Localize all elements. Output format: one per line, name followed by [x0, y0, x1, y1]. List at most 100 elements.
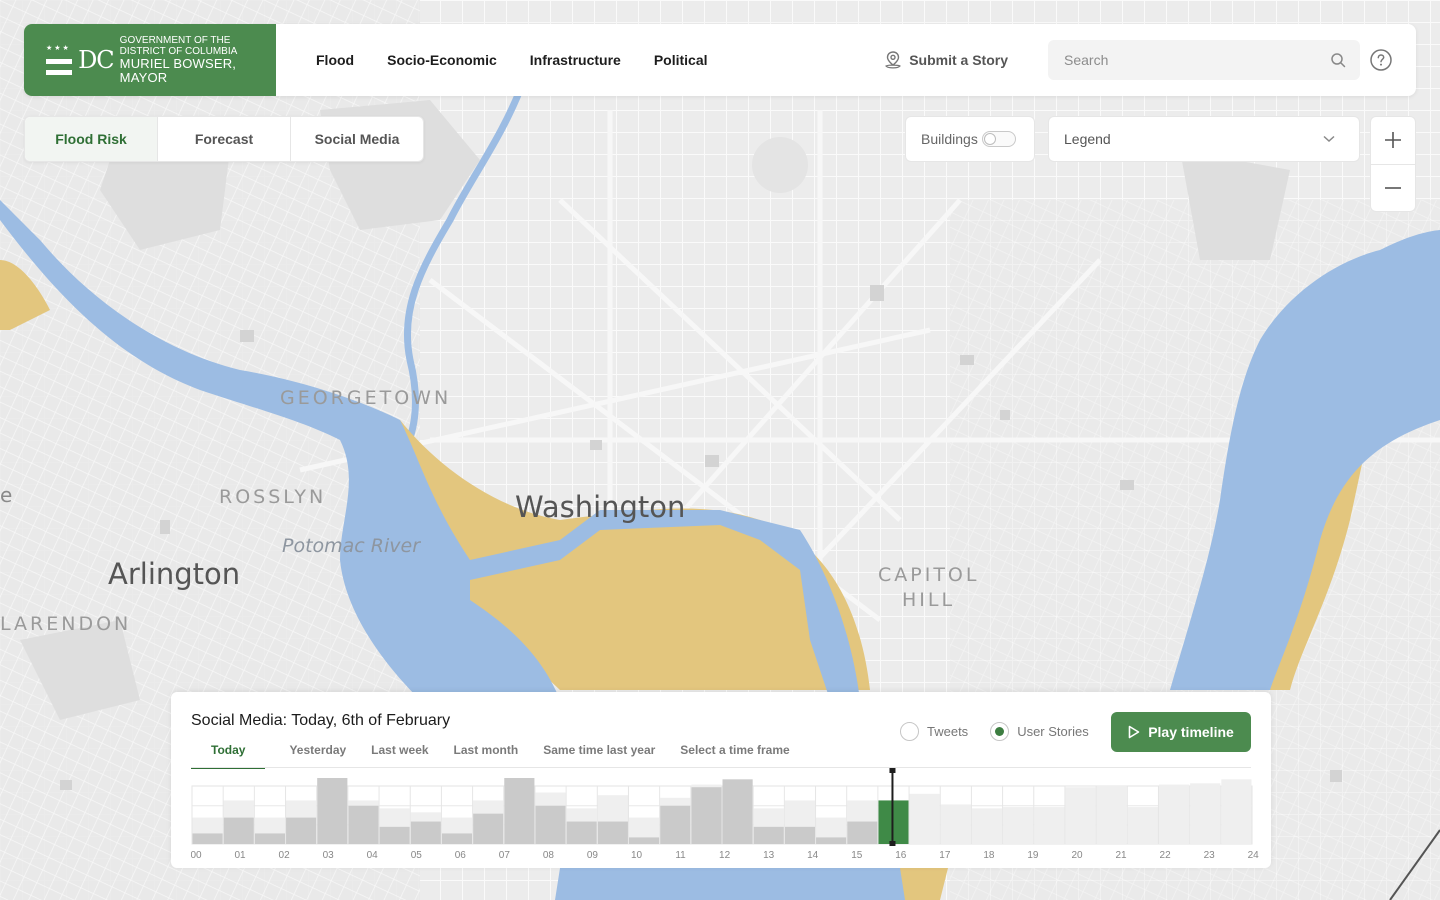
bar-background [1190, 783, 1221, 844]
help-icon[interactable] [1370, 49, 1392, 71]
submit-story-button[interactable]: Submit a Story [883, 50, 1008, 70]
hour-tick-label: 18 [983, 850, 995, 861]
tab-social-media[interactable]: Social Media [291, 117, 423, 161]
bar [286, 817, 317, 844]
bar [410, 821, 441, 844]
dc-logo[interactable]: ★ ★ ★ DC GOVERNMENT OF THE DISTRICT OF C… [24, 24, 276, 96]
radio-user-stories-dot [990, 722, 1010, 741]
hour-tick-label: 16 [895, 850, 907, 861]
panel-title: Social Media: Today, 6th of February [191, 712, 451, 729]
play-timeline-button[interactable]: Play timeline [1111, 712, 1251, 752]
bar-background [940, 804, 971, 844]
bar [473, 813, 504, 844]
radio-user-stories[interactable]: User Stories [990, 722, 1089, 741]
nav-socio-economic[interactable]: Socio-Economic [387, 52, 497, 68]
search-icon[interactable] [1330, 52, 1346, 68]
main-nav: Flood Socio-Economic Infrastructure Poli… [316, 52, 708, 68]
bar-background [1003, 807, 1034, 844]
bar [784, 826, 816, 844]
time-tab-last-week[interactable]: Last week [371, 740, 428, 769]
dc-flag-icon: ★ ★ ★ [46, 45, 73, 75]
playhead-handle-top[interactable] [889, 768, 896, 773]
bar-background [1065, 787, 1096, 844]
bar [660, 805, 691, 844]
hour-tick-label: 10 [631, 850, 643, 861]
bar [223, 817, 254, 844]
bar [535, 805, 566, 844]
search-input[interactable] [1064, 52, 1330, 68]
bar-background [1158, 784, 1190, 844]
view-tabs: Flood Risk Forecast Social Media [24, 116, 424, 162]
radio-tweets[interactable]: Tweets [900, 722, 968, 741]
hour-tick-label: 13 [763, 850, 775, 861]
bar [441, 833, 473, 844]
radio-user-stories-label: User Stories [1017, 724, 1089, 739]
nav-political[interactable]: Political [654, 52, 708, 68]
hour-tick-label: 06 [455, 850, 467, 861]
buildings-label: Buildings [921, 131, 978, 147]
time-tab-last-month[interactable]: Last month [454, 740, 519, 769]
bar-background [1127, 807, 1158, 844]
source-radios: Tweets User Stories [900, 722, 1111, 741]
bar [753, 826, 784, 844]
chevron-down-icon [1323, 135, 1335, 143]
radio-tweets-label: Tweets [927, 724, 969, 739]
time-range-tabs: Today Yesterday Last week Last month Sam… [191, 740, 815, 769]
bar [566, 821, 597, 844]
hour-tick-label: 02 [279, 850, 291, 861]
bar-background [1221, 779, 1252, 844]
bar [816, 837, 847, 844]
hour-tick-label: 22 [1160, 850, 1172, 861]
hour-tick-label: 20 [1071, 850, 1083, 861]
bar-background [1034, 807, 1065, 844]
play-icon [1128, 725, 1140, 739]
top-header: ★ ★ ★ DC GOVERNMENT OF THE DISTRICT OF C… [24, 24, 1416, 96]
buildings-toggle[interactable] [981, 131, 1016, 147]
activity-histogram[interactable]: 00 01 02 03 04 05 06 07 08 09 10 11 12 13 14 15 16 17 18 19… [191, 768, 1261, 868]
bar [504, 778, 535, 844]
time-tab-yesterday[interactable]: Yesterday [289, 740, 346, 769]
hour-tick-label: 12 [719, 850, 731, 861]
bar [628, 837, 660, 844]
zoom-controls [1370, 116, 1416, 212]
hour-tick-label: 03 [323, 850, 335, 861]
hour-tick-label: 05 [411, 850, 423, 861]
bar [317, 778, 348, 844]
hour-tick-label: 04 [367, 850, 379, 861]
hour-tick-label: 23 [1204, 850, 1216, 861]
hour-tick-label: 21 [1115, 850, 1127, 861]
search-box [1048, 40, 1360, 80]
bar [597, 821, 628, 844]
bar [192, 833, 223, 844]
zoom-in-button[interactable] [1371, 117, 1415, 165]
time-tab-today[interactable]: Today [191, 740, 266, 769]
logo-line-3: MURIEL BOWSER, MAYOR [119, 56, 237, 85]
hour-tick-label: 15 [851, 850, 863, 861]
zoom-out-button[interactable] [1371, 165, 1415, 212]
tab-forecast[interactable]: Forecast [158, 117, 291, 161]
legend-dropdown[interactable]: Legend [1048, 116, 1360, 162]
tab-flood-risk[interactable]: Flood Risk [25, 117, 158, 161]
bar-background [971, 808, 1003, 844]
reservoir [752, 137, 808, 193]
hour-tick-label: 09 [587, 850, 599, 861]
bar [348, 805, 379, 844]
nav-infrastructure[interactable]: Infrastructure [530, 52, 621, 68]
nav-flood[interactable]: Flood [316, 52, 354, 68]
hour-tick-label: 14 [807, 850, 819, 861]
playhead-handle-bottom[interactable] [889, 841, 896, 846]
minus-icon [1385, 186, 1401, 189]
radio-tweets-dot [900, 722, 919, 741]
bar-background [909, 793, 940, 844]
hour-tick-label: 24 [1248, 850, 1260, 861]
logo-line-1: GOVERNMENT OF THE [119, 35, 231, 46]
time-tab-same-time-last-year[interactable]: Same time last year [543, 740, 655, 769]
legend-label: Legend [1064, 131, 1111, 147]
time-tab-select-time-frame[interactable]: Select a time frame [680, 740, 789, 769]
plus-icon [1385, 132, 1401, 149]
logo-text: GOVERNMENT OF THE DISTRICT OF COLUMBIA M… [120, 35, 276, 85]
submit-story-label: Submit a Story [909, 52, 1008, 68]
hour-tick-label: 11 [675, 850, 686, 861]
hour-tick-label: 17 [939, 850, 951, 861]
bar [847, 821, 878, 844]
